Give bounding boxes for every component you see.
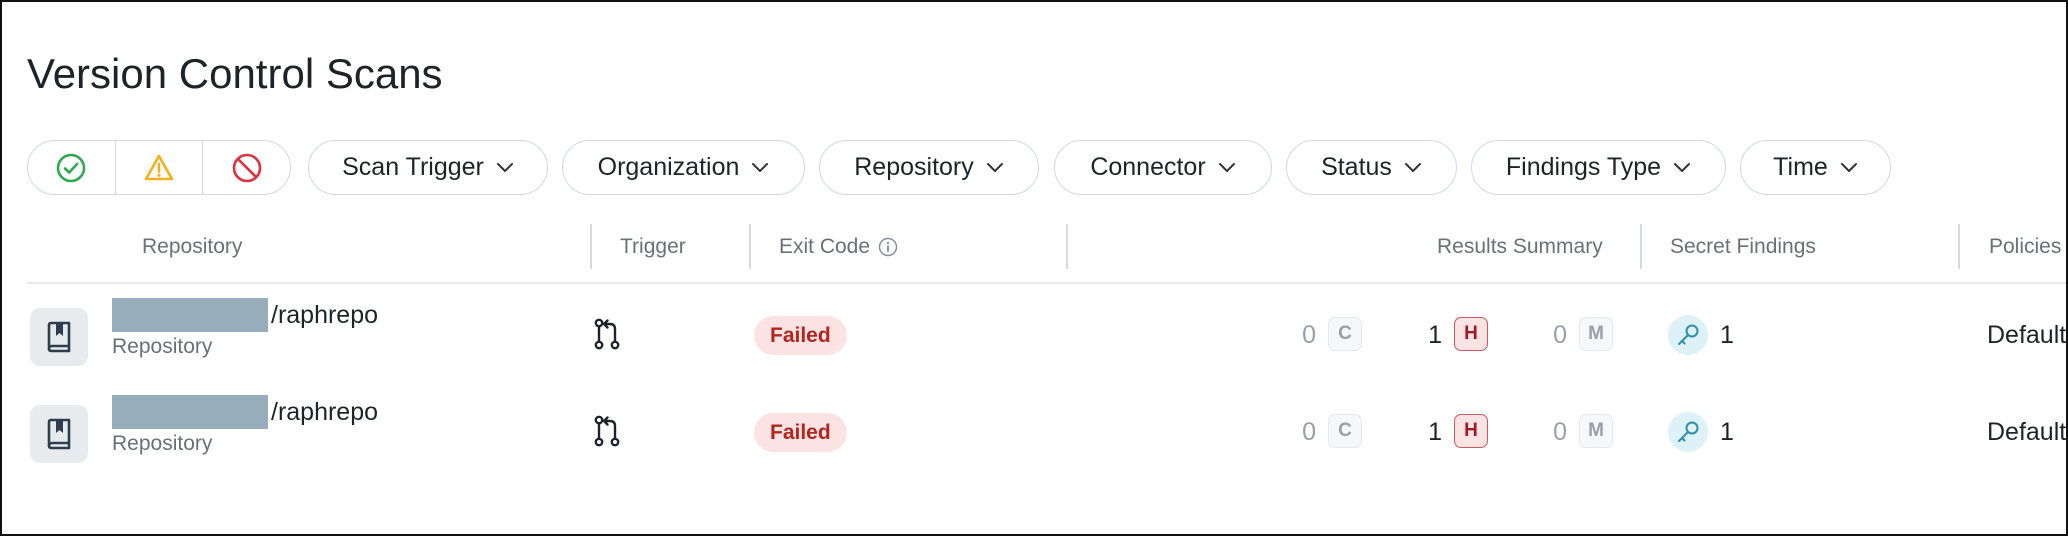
high-severity-badge: H bbox=[1454, 317, 1488, 351]
repository-type: Repository bbox=[112, 335, 213, 358]
pull-request-icon bbox=[594, 415, 620, 447]
status-filter[interactable]: Status bbox=[1286, 140, 1457, 195]
repository-name[interactable]: /raphrepo bbox=[271, 298, 378, 332]
repository-icon bbox=[30, 308, 88, 366]
connector-filter-label: Connector bbox=[1090, 153, 1206, 181]
repository-name[interactable]: /raphrepo bbox=[271, 395, 378, 429]
chevron-down-icon bbox=[1674, 162, 1691, 172]
repository-icon bbox=[30, 405, 88, 463]
redacted-owner bbox=[112, 395, 268, 429]
medium-count: 0 bbox=[1553, 321, 1567, 349]
prohibited-icon bbox=[232, 153, 261, 182]
repository-type: Repository bbox=[112, 432, 213, 455]
secret-findings-count: 1 bbox=[1720, 418, 1734, 446]
table-header-divider bbox=[27, 282, 2066, 284]
findings-type-filter[interactable]: Findings Type bbox=[1471, 140, 1726, 195]
filter-warning-button[interactable] bbox=[116, 141, 204, 194]
key-icon bbox=[1668, 412, 1708, 452]
critical-severity-badge: C bbox=[1328, 317, 1362, 351]
redacted-owner bbox=[112, 298, 268, 332]
scan-trigger-filter[interactable]: Scan Trigger bbox=[308, 140, 548, 195]
policy-name: Default bbox=[1987, 321, 2067, 349]
column-divider bbox=[1640, 224, 1642, 269]
chevron-down-icon bbox=[496, 162, 513, 172]
medium-severity-badge: M bbox=[1579, 317, 1613, 351]
pull-request-icon bbox=[594, 318, 620, 350]
chevron-down-icon bbox=[1218, 162, 1235, 172]
scans-page: Version Control Scans Scan Trigger Organ… bbox=[0, 0, 2068, 536]
column-header-exit-code[interactable]: Exit Code bbox=[779, 232, 898, 262]
organization-filter-label: Organization bbox=[597, 153, 740, 181]
column-header-trigger[interactable]: Trigger bbox=[620, 232, 686, 262]
time-filter-label: Time bbox=[1773, 153, 1828, 181]
chevron-down-icon bbox=[752, 162, 769, 172]
high-count: 1 bbox=[1428, 321, 1442, 349]
filter-failed-button[interactable] bbox=[203, 141, 290, 194]
high-severity-badge: H bbox=[1454, 414, 1488, 448]
connector-filter[interactable]: Connector bbox=[1054, 140, 1272, 195]
check-circle-icon bbox=[57, 153, 86, 182]
chevron-down-icon bbox=[986, 162, 1003, 172]
exit-code-badge: Failed bbox=[754, 413, 847, 452]
critical-count: 0 bbox=[1302, 321, 1316, 349]
column-header-repository[interactable]: Repository bbox=[142, 232, 242, 262]
column-header-policies[interactable]: Policies bbox=[1989, 232, 2061, 262]
scan-trigger-filter-label: Scan Trigger bbox=[342, 153, 484, 181]
repository-filter[interactable]: Repository bbox=[819, 140, 1039, 195]
column-divider bbox=[749, 224, 751, 269]
column-header-exit-code-label: Exit Code bbox=[779, 235, 871, 258]
chevron-down-icon bbox=[1404, 162, 1421, 172]
column-header-results-summary[interactable]: Results Summary bbox=[1437, 232, 1603, 262]
medium-severity-badge: M bbox=[1579, 414, 1613, 448]
page-title: Version Control Scans bbox=[27, 50, 443, 97]
high-count: 1 bbox=[1428, 418, 1442, 446]
policy-name: Default bbox=[1987, 418, 2067, 446]
secret-findings-count: 1 bbox=[1720, 321, 1734, 349]
time-filter[interactable]: Time bbox=[1740, 140, 1891, 195]
status-filter-label: Status bbox=[1321, 153, 1392, 181]
info-icon[interactable] bbox=[878, 237, 898, 257]
findings-type-filter-label: Findings Type bbox=[1505, 153, 1662, 181]
critical-severity-badge: C bbox=[1328, 414, 1362, 448]
organization-filter[interactable]: Organization bbox=[562, 140, 805, 195]
status-segmented-filter bbox=[27, 140, 291, 195]
key-icon bbox=[1668, 315, 1708, 355]
filter-passed-button[interactable] bbox=[28, 141, 116, 194]
critical-count: 0 bbox=[1302, 418, 1316, 446]
column-divider bbox=[1958, 224, 1960, 269]
column-header-secret-findings[interactable]: Secret Findings bbox=[1670, 232, 1816, 262]
exit-code-badge: Failed bbox=[754, 316, 847, 355]
column-divider bbox=[1066, 224, 1068, 269]
chevron-down-icon bbox=[1840, 162, 1857, 172]
table-row[interactable]: /raphrepo Repository Failed 0 C 1 H 0 M … bbox=[2, 395, 2066, 491]
column-divider bbox=[590, 224, 592, 269]
medium-count: 0 bbox=[1553, 418, 1567, 446]
table-row[interactable]: /raphrepo Repository Failed 0 C 1 H 0 M … bbox=[2, 298, 2066, 394]
repository-filter-label: Repository bbox=[854, 153, 974, 181]
warning-triangle-icon bbox=[144, 154, 174, 180]
